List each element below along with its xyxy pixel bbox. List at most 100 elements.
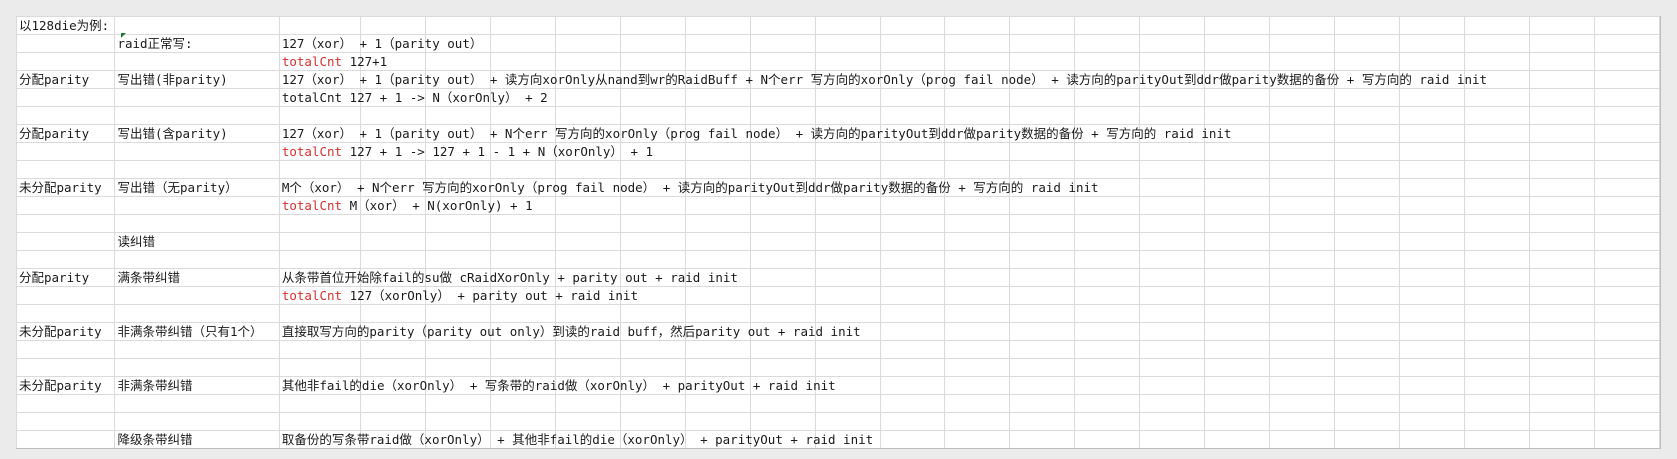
empty-cell[interactable]	[1528, 106, 1595, 125]
empty-cell[interactable]	[1269, 88, 1336, 107]
empty-cell[interactable]	[879, 430, 946, 448]
empty-cell[interactable]	[1593, 358, 1660, 377]
empty-cell[interactable]	[489, 358, 556, 377]
cell-col-b[interactable]	[114, 52, 280, 71]
empty-cell[interactable]	[944, 232, 1011, 251]
cell-col-c[interactable]: M个（xor） + N个err 写方向的xorOnly（prog fail no…	[278, 178, 1099, 197]
empty-cell[interactable]	[1269, 376, 1336, 395]
cell-col-a[interactable]: 未分配parity	[16, 322, 116, 341]
empty-cell[interactable]	[1334, 250, 1400, 269]
empty-cell[interactable]	[684, 358, 751, 377]
cell-col-a[interactable]	[16, 358, 116, 377]
empty-cell[interactable]	[1269, 34, 1336, 53]
empty-cell[interactable]	[424, 106, 491, 125]
empty-cell[interactable]	[489, 340, 556, 359]
empty-cell[interactable]	[944, 412, 1011, 431]
empty-cell[interactable]	[1463, 214, 1530, 233]
empty-cell[interactable]	[1139, 394, 1206, 413]
empty-cell[interactable]	[879, 34, 946, 53]
empty-cell[interactable]	[944, 214, 1011, 233]
empty-cell[interactable]	[1074, 358, 1141, 377]
empty-cell[interactable]	[619, 52, 686, 71]
empty-cell[interactable]	[1463, 178, 1530, 197]
empty-cell[interactable]	[749, 106, 816, 125]
empty-cell[interactable]	[554, 340, 621, 359]
empty-cell[interactable]	[1204, 196, 1271, 215]
empty-cell[interactable]	[1334, 412, 1400, 431]
empty-cell[interactable]	[814, 214, 881, 233]
empty-cell[interactable]	[554, 304, 621, 323]
empty-cell[interactable]	[619, 394, 686, 413]
cell-col-b[interactable]: 写出错(非parity)	[114, 70, 280, 89]
cell-col-a[interactable]	[16, 250, 116, 269]
cell-col-c[interactable]: totalCnt 127（xorOnly） + parity out + rai…	[278, 286, 638, 305]
empty-cell[interactable]	[1269, 268, 1336, 287]
empty-cell[interactable]	[1399, 340, 1465, 359]
empty-cell[interactable]	[1463, 16, 1530, 35]
empty-cell[interactable]	[1593, 142, 1660, 161]
cell-col-c[interactable]	[278, 214, 362, 233]
empty-cell[interactable]	[749, 394, 816, 413]
empty-cell[interactable]	[619, 358, 686, 377]
empty-cell[interactable]	[1269, 232, 1336, 251]
empty-cell[interactable]	[1204, 106, 1271, 125]
cell-col-c[interactable]: 127（xor） + 1（parity out）	[278, 34, 482, 53]
empty-cell[interactable]	[749, 214, 816, 233]
empty-cell[interactable]	[944, 358, 1011, 377]
empty-cell[interactable]	[489, 394, 556, 413]
empty-cell[interactable]	[1528, 232, 1595, 251]
empty-cell[interactable]	[1074, 412, 1141, 431]
empty-cell[interactable]	[489, 52, 556, 71]
empty-cell[interactable]	[1593, 286, 1660, 305]
empty-cell[interactable]	[1334, 430, 1400, 448]
empty-cell[interactable]	[944, 304, 1011, 323]
empty-cell[interactable]	[1204, 304, 1271, 323]
cell-col-a[interactable]: 未分配parity	[16, 178, 116, 197]
empty-cell[interactable]	[749, 340, 816, 359]
cell-col-c[interactable]: 127（xor） + 1（parity out） + N个err 写方向的xor…	[278, 124, 1231, 143]
empty-cell[interactable]	[424, 160, 491, 179]
empty-cell[interactable]	[1593, 232, 1660, 251]
empty-cell[interactable]	[1074, 430, 1141, 448]
empty-cell[interactable]	[1269, 286, 1336, 305]
empty-cell[interactable]	[360, 214, 426, 233]
empty-cell[interactable]	[944, 52, 1011, 71]
empty-cell[interactable]	[1139, 430, 1206, 448]
empty-cell[interactable]	[1334, 268, 1400, 287]
empty-cell[interactable]	[1074, 160, 1141, 179]
empty-cell[interactable]	[1009, 376, 1076, 395]
empty-cell[interactable]	[554, 34, 621, 53]
empty-cell[interactable]	[1009, 340, 1076, 359]
empty-cell[interactable]	[684, 52, 751, 71]
cell-col-c[interactable]	[278, 394, 362, 413]
empty-cell[interactable]	[1463, 52, 1530, 71]
empty-cell[interactable]	[1139, 16, 1206, 35]
empty-cell[interactable]	[1204, 16, 1271, 35]
empty-cell[interactable]	[879, 160, 946, 179]
empty-cell[interactable]	[1334, 286, 1400, 305]
empty-cell[interactable]	[879, 268, 946, 287]
empty-cell[interactable]	[944, 142, 1011, 161]
empty-cell[interactable]	[1593, 106, 1660, 125]
empty-cell[interactable]	[619, 250, 686, 269]
cell-col-a[interactable]	[16, 304, 116, 323]
empty-cell[interactable]	[944, 430, 1011, 448]
cell-col-b[interactable]: 非满条带纠错	[114, 376, 280, 395]
empty-cell[interactable]	[1334, 394, 1400, 413]
empty-cell[interactable]	[684, 16, 751, 35]
empty-cell[interactable]	[424, 214, 491, 233]
cell-col-c[interactable]: 直接取写方向的parity（parity out only）到读的raid bu…	[278, 322, 861, 341]
empty-cell[interactable]	[1334, 358, 1400, 377]
cell-col-b[interactable]: 写出错（无parity）	[114, 178, 280, 197]
empty-cell[interactable]	[1204, 214, 1271, 233]
empty-cell[interactable]	[749, 250, 816, 269]
empty-cell[interactable]	[619, 106, 686, 125]
empty-cell[interactable]	[749, 142, 816, 161]
cell-col-c[interactable]	[278, 232, 362, 251]
empty-cell[interactable]	[814, 232, 881, 251]
cell-col-a[interactable]	[16, 196, 116, 215]
empty-cell[interactable]	[1593, 394, 1660, 413]
empty-cell[interactable]	[489, 250, 556, 269]
empty-cell[interactable]	[619, 412, 686, 431]
empty-cell[interactable]	[554, 412, 621, 431]
